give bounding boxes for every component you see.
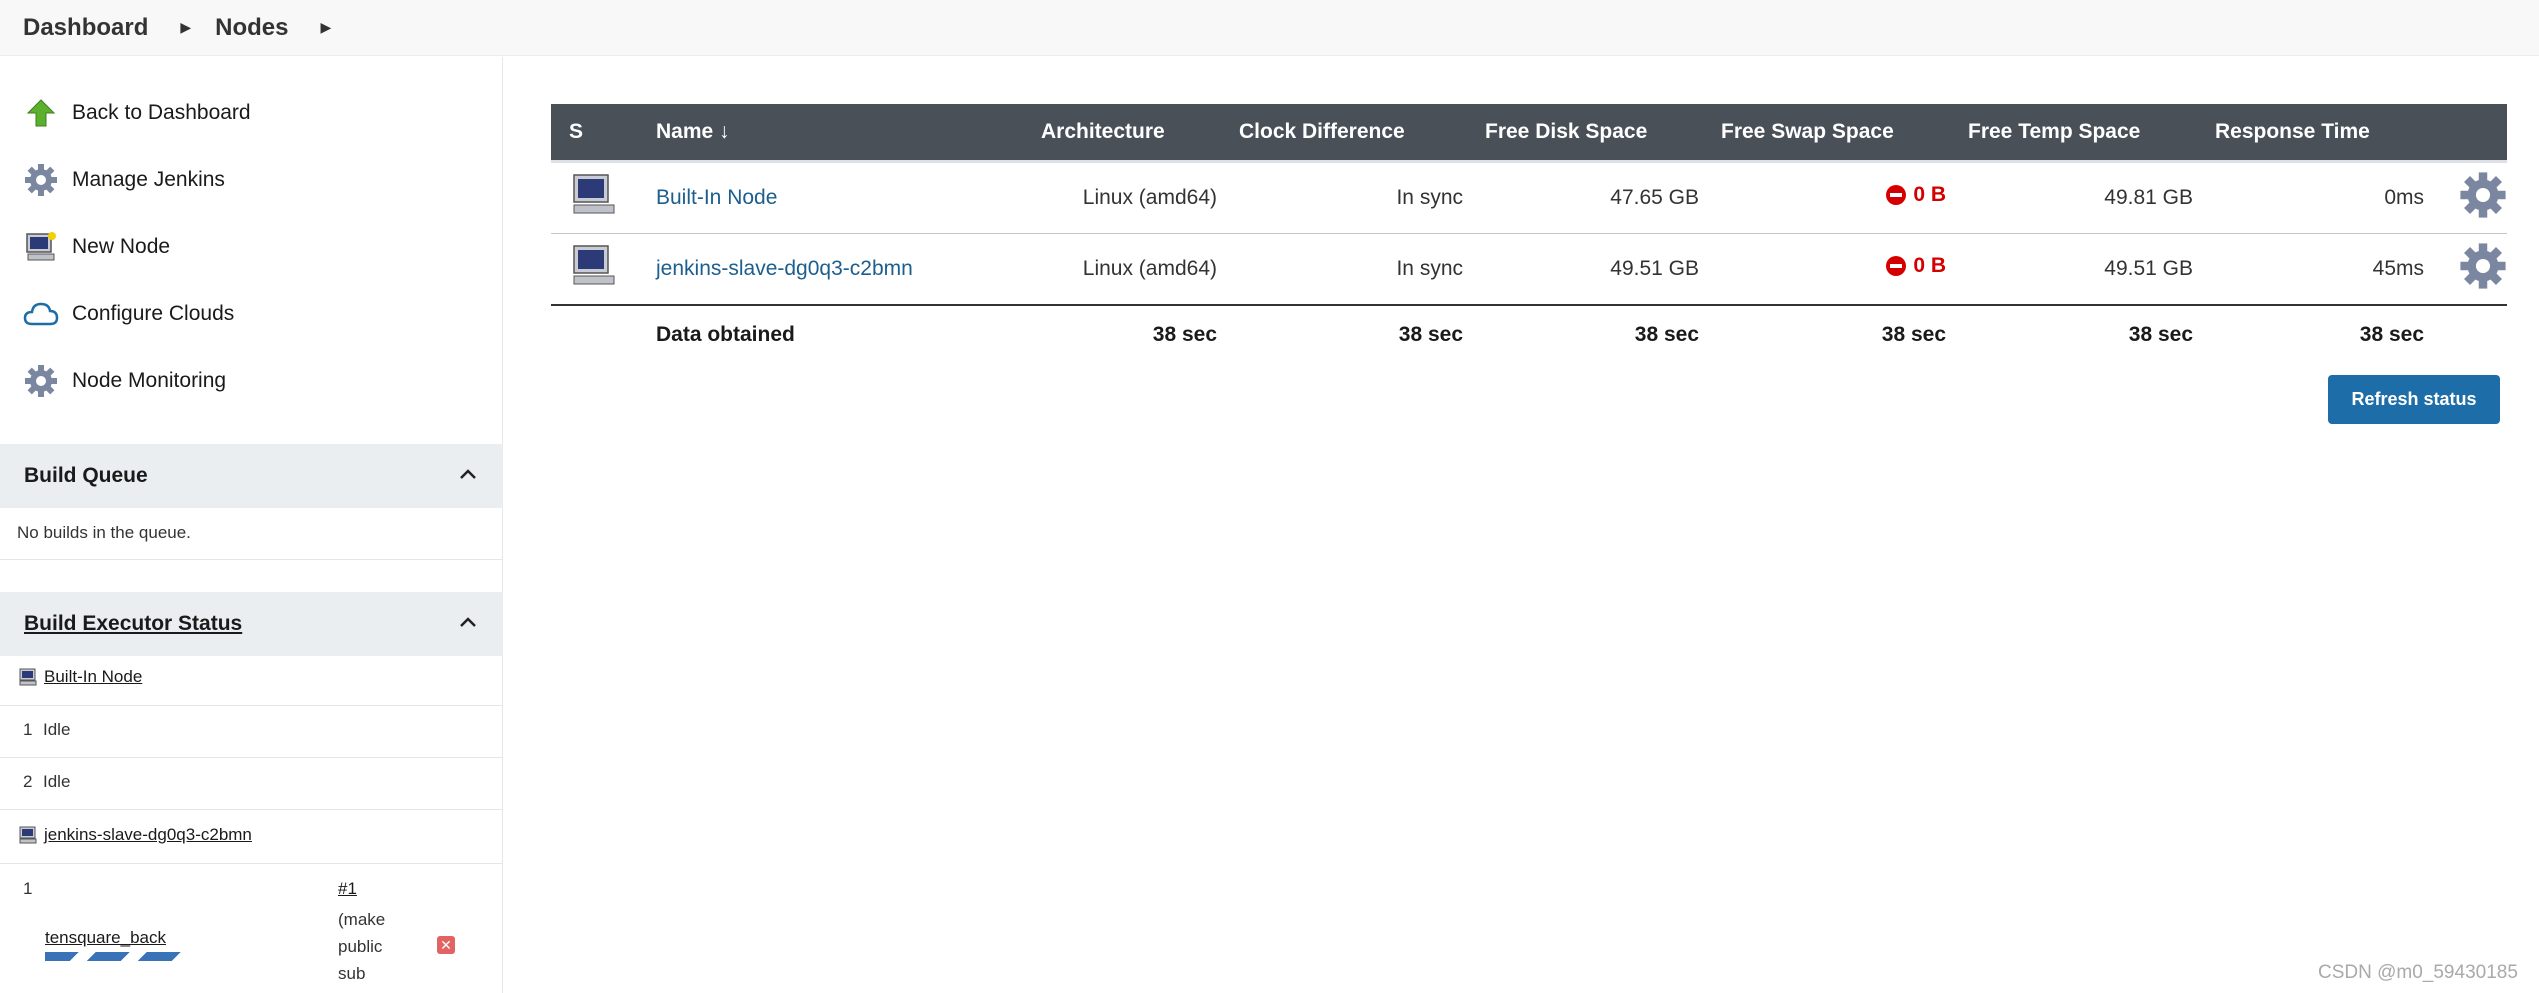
gear-icon	[22, 362, 60, 400]
swap-warning: 0 B	[1885, 183, 1946, 207]
chevron-right-icon[interactable]: ▶	[321, 19, 332, 36]
breadcrumb-nodes[interactable]: Nodes	[215, 14, 288, 42]
cell-temp: 49.81 GB	[1946, 161, 2193, 234]
column-actions	[2424, 104, 2507, 163]
cell-swap: 0 B	[1699, 161, 1946, 234]
build-queue-empty: No builds in the queue.	[17, 523, 191, 542]
chevron-up-icon[interactable]	[457, 463, 479, 490]
cell-disk: 47.65 GB	[1463, 161, 1699, 234]
computer-icon	[551, 233, 634, 306]
configure-node-gear-icon[interactable]	[2424, 161, 2507, 234]
stop-build-icon[interactable]: ✕	[437, 936, 455, 954]
build-description: (make public sub	[338, 910, 386, 983]
divider	[0, 705, 503, 706]
cell-clock: In sync	[1217, 161, 1463, 234]
column-free-temp-space[interactable]: Free Temp Space	[1946, 104, 2193, 163]
configure-node-gear-icon[interactable]	[2424, 233, 2507, 306]
computer-icon	[22, 228, 60, 266]
footer-swap: 38 sec	[1881, 322, 1946, 346]
sidebar-item-label: Node Monitoring	[72, 369, 227, 392]
table-footer-row: Data obtained 38 sec 38 sec 38 sec 38 se…	[551, 305, 2507, 363]
nodes-table: S Name ↓ Architecture Clock Difference F…	[551, 104, 2507, 363]
executor-status-title[interactable]: Build Executor Status	[24, 612, 242, 636]
divider	[0, 809, 503, 810]
divider	[0, 757, 503, 758]
column-free-disk-space[interactable]: Free Disk Space	[1463, 104, 1699, 163]
computer-icon	[19, 668, 37, 686]
sidebar-item-back-to-dashboard[interactable]: Back to Dashboard	[22, 93, 251, 133]
gear-icon	[22, 161, 60, 199]
watermark: CSDN @m0_59430185	[2318, 962, 2518, 983]
cell-architecture: Linux (amd64)	[1019, 161, 1217, 234]
column-status[interactable]: S	[551, 104, 634, 163]
swap-warning: 0 B	[1885, 254, 1946, 278]
chevron-right-icon[interactable]: ▶	[180, 19, 191, 36]
table-row: Built-In Node Linux (amd64) In sync 47.6…	[551, 161, 2507, 234]
footer-disk: 38 sec	[1634, 322, 1699, 346]
stop-icon	[1886, 256, 1907, 277]
node-link-slave[interactable]: jenkins-slave-dg0q3-c2bmn	[656, 257, 913, 280]
build-link[interactable]: #1	[338, 879, 357, 899]
build-progress-bar[interactable]	[45, 952, 183, 961]
table-header-row: S Name ↓ Architecture Clock Difference F…	[551, 104, 2507, 163]
computer-icon	[19, 826, 37, 844]
sidebar-item-new-node[interactable]: New Node	[22, 227, 170, 267]
executor-node-label: Built-In Node	[44, 667, 143, 686]
executor-status-header: Build Executor Status	[0, 592, 503, 656]
column-architecture[interactable]: Architecture	[1019, 104, 1217, 163]
column-name[interactable]: Name ↓	[634, 104, 1019, 163]
chevron-up-icon[interactable]	[457, 611, 479, 638]
sidebar-item-label: Back to Dashboard	[72, 101, 251, 124]
breadcrumb-dashboard[interactable]: Dashboard	[23, 14, 148, 42]
cell-temp: 49.51 GB	[1946, 233, 2193, 306]
footer-arch: 38 sec	[1152, 322, 1217, 346]
sidebar-item-configure-clouds[interactable]: Configure Clouds	[22, 294, 234, 334]
build-queue-title: Build Queue	[24, 464, 148, 487]
sidebar-item-label: Manage Jenkins	[72, 168, 225, 191]
executor-node-built-in[interactable]: Built-In Node	[18, 667, 142, 687]
column-response-time[interactable]: Response Time	[2193, 104, 2424, 163]
up-arrow-icon	[22, 94, 60, 132]
job-link[interactable]: tensquare_back	[45, 928, 166, 948]
stop-icon	[1886, 185, 1907, 205]
cell-disk: 49.51 GB	[1463, 233, 1699, 306]
cell-response: 0ms	[2193, 161, 2424, 234]
executor-row: 2 Idle	[23, 772, 71, 791]
breadcrumb: Dashboard ▶ Nodes ▶	[0, 0, 2539, 56]
cell-response: 45ms	[2193, 233, 2424, 306]
cell-swap: 0 B	[1699, 233, 1946, 306]
sidebar-item-manage-jenkins[interactable]: Manage Jenkins	[22, 160, 225, 200]
column-clock-difference[interactable]: Clock Difference	[1217, 104, 1463, 163]
divider	[0, 559, 503, 560]
executor-node-slave[interactable]: jenkins-slave-dg0q3-c2bmn	[18, 825, 252, 845]
executor-row: 1	[23, 879, 33, 898]
footer-response: 38 sec	[2359, 322, 2424, 346]
sidebar: Back to Dashboard Manage Jenkins New Nod…	[0, 57, 503, 993]
footer-clock: 38 sec	[1398, 322, 1463, 346]
sidebar-item-label: New Node	[72, 235, 171, 258]
cell-clock: In sync	[1217, 233, 1463, 306]
executor-row: 1 Idle	[23, 720, 71, 739]
refresh-status-button[interactable]: Refresh status	[2328, 375, 2500, 424]
computer-icon	[551, 161, 634, 234]
table-row: jenkins-slave-dg0q3-c2bmn Linux (amd64) …	[551, 233, 2507, 306]
footer-label: Data obtained	[656, 322, 795, 346]
cell-architecture: Linux (amd64)	[1019, 233, 1217, 306]
cloud-icon	[22, 295, 60, 333]
column-free-swap-space[interactable]: Free Swap Space	[1699, 104, 1946, 163]
build-queue-header: Build Queue	[0, 444, 503, 508]
footer-temp: 38 sec	[2128, 322, 2193, 346]
executor-node-label: jenkins-slave-dg0q3-c2bmn	[44, 825, 252, 844]
divider	[0, 863, 503, 864]
sidebar-item-node-monitoring[interactable]: Node Monitoring	[22, 361, 226, 401]
node-link-built-in[interactable]: Built-In Node	[656, 186, 777, 209]
sidebar-item-label: Configure Clouds	[72, 302, 235, 325]
